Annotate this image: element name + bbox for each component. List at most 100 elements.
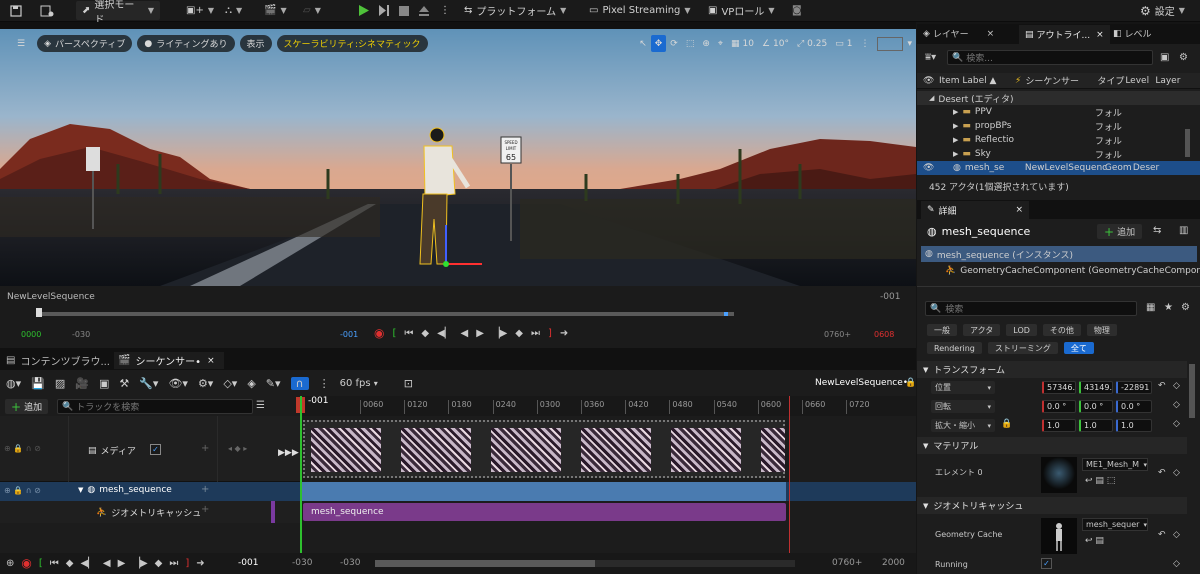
cat-misc[interactable]: その他: [1042, 324, 1081, 336]
cat-general[interactable]: 一般: [927, 324, 957, 336]
col-layer[interactable]: Layer: [1155, 76, 1180, 86]
expand-icon[interactable]: ▼: [78, 486, 83, 494]
cat-streaming[interactable]: ストリーミング: [987, 342, 1058, 354]
track-search-input[interactable]: 🔍 トラックを検索: [57, 399, 253, 414]
close-icon[interactable]: ×: [207, 356, 215, 366]
visibility-icon[interactable]: 👁: [923, 163, 943, 173]
rotation-dropdown[interactable]: 回転 ▾: [931, 400, 995, 413]
add-track-plus-icon[interactable]: +: [201, 504, 209, 515]
key-diamond-icon[interactable]: ◇: [1173, 400, 1180, 410]
component-row[interactable]: ⛹ GeometryCacheComponent (GeometryCacheCo…: [917, 264, 1200, 278]
lock-icon[interactable]: 🔒: [905, 378, 916, 388]
cinematics-button[interactable]: 🎬 ▼: [258, 1, 293, 20]
col-level[interactable]: Level: [1125, 76, 1155, 86]
blueprint-icon[interactable]: ⇆: [1153, 225, 1161, 236]
out-marker-icon[interactable]: ]: [185, 558, 189, 569]
location-y-field[interactable]: 43149.: [1079, 381, 1113, 394]
geocache-thumbnail[interactable]: [1041, 518, 1077, 554]
scalability-button[interactable]: スケーラビリティ:シネマティック: [276, 35, 428, 52]
outliner-item-row[interactable]: ▶ ▬ propBPs フォル: [917, 119, 1200, 133]
vp-role-dropdown[interactable]: ▣ VPロール ▼: [702, 1, 780, 20]
add-component-button[interactable]: + 追加: [1097, 224, 1143, 239]
platform-dropdown[interactable]: ⇆ プラットフォーム ▼: [458, 1, 572, 20]
step-forward-icon[interactable]: ▕▶: [132, 558, 147, 569]
filter-icon[interactable]: ⩸▾: [925, 52, 936, 63]
details-scrollbar[interactable]: [1189, 364, 1195, 418]
outliner-selected-row[interactable]: 👁 ◍ mesh_se NewLevelSequenc Geom Deser: [917, 161, 1200, 175]
select-tool-icon[interactable]: ↖: [635, 35, 651, 52]
outliner-item-row[interactable]: ▶ ▬ Sky フォル: [917, 147, 1200, 161]
cat-actor[interactable]: アクタ: [963, 324, 1001, 336]
geocache-section-header[interactable]: ▼ ジオメトリキャッシュ: [917, 497, 1187, 514]
key-diamond-icon[interactable]: ◇: [1173, 419, 1180, 429]
maximize-viewport-icon[interactable]: ⋮: [856, 35, 873, 52]
working-range-end[interactable]: 2000: [882, 558, 905, 568]
tab-sequencer[interactable]: 🎬 シーケンサー• ×: [114, 352, 224, 369]
tab-levels[interactable]: ◧ レベル: [1113, 27, 1152, 41]
current-frame[interactable]: -001: [238, 558, 258, 568]
more-options-icon[interactable]: ⋮: [434, 1, 456, 20]
snap-icon[interactable]: ∩: [290, 376, 309, 390]
rotate-tool-icon[interactable]: ⟳: [666, 35, 682, 52]
col-sequencer[interactable]: シーケンサー: [1025, 74, 1097, 87]
next-key-icon[interactable]: ◆: [515, 328, 523, 339]
out-marker-icon[interactable]: ]: [548, 328, 552, 339]
location-z-field[interactable]: -22891: [1116, 381, 1152, 394]
geocache-track-row[interactable]: ⛹ ジオメトリキャッシュ +: [0, 501, 300, 523]
cat-lod[interactable]: LOD: [1006, 324, 1037, 336]
loop-icon[interactable]: ➜: [560, 328, 568, 339]
key-diamond-icon[interactable]: ◇: [1173, 559, 1180, 569]
add-track-button[interactable]: + 追加: [5, 399, 49, 414]
scale-z-field[interactable]: 1.0: [1116, 419, 1152, 432]
fps-dropdown[interactable]: 60 fps ▾: [340, 378, 378, 389]
expand-icon[interactable]: ▶: [953, 122, 958, 130]
hamburger-menu-icon[interactable]: ☰: [10, 35, 32, 52]
cat-physics[interactable]: 物理: [1086, 324, 1117, 336]
expand-icon[interactable]: ▶: [953, 108, 958, 116]
close-icon[interactable]: ×: [1015, 205, 1023, 215]
more-options-icon[interactable]: ⋮: [319, 377, 330, 390]
add-track-plus-icon[interactable]: +: [201, 443, 209, 454]
layout-icon[interactable]: [877, 36, 904, 51]
prev-key-icon[interactable]: ◆: [66, 558, 74, 569]
rotation-x-field[interactable]: 0.0 °: [1042, 400, 1076, 413]
move-tool-icon[interactable]: ✥: [650, 35, 667, 52]
step-forward-icon[interactable]: ▕▶: [492, 328, 507, 339]
tab-layers[interactable]: ◈ レイヤー ×: [923, 27, 994, 41]
rotation-z-field[interactable]: 0.0 °: [1116, 400, 1152, 413]
key-diamond-icon[interactable]: ◇: [1173, 468, 1180, 478]
key-diamond-icon[interactable]: ◇: [1173, 530, 1180, 540]
in-marker-icon[interactable]: [: [39, 558, 43, 569]
reset-icon[interactable]: ↶: [1158, 381, 1166, 391]
key-nav-icons[interactable]: ◂ ◆ ▸: [228, 444, 247, 453]
playback-options-icon[interactable]: ⚙▾: [198, 377, 213, 390]
world-space-icon[interactable]: ⊕: [698, 35, 714, 52]
mesh-sequence-row[interactable]: ⊕ 🔒 ∩ ⊘ ▼ ◍ mesh_sequence +: [0, 482, 916, 501]
visibility-icon[interactable]: 👁: [923, 76, 939, 86]
material-thumbnail[interactable]: [1041, 457, 1077, 493]
save-icon[interactable]: [4, 1, 28, 20]
cinematic-icon[interactable]: ▣: [99, 377, 109, 390]
tools-icon[interactable]: 🔧▾: [139, 377, 158, 390]
level-viewport[interactable]: SPEED LIMIT 65: [0, 29, 916, 286]
play-reverse-icon[interactable]: ◀: [103, 558, 111, 569]
asset-action-icons[interactable]: ↩ ▤: [1085, 536, 1104, 546]
add-actor-button[interactable]: ▣+ ▼: [180, 1, 220, 20]
blueprint-button[interactable]: ⛬ ▼: [219, 1, 248, 20]
outliner-item-row[interactable]: ▶ ▬ PPV フォル: [917, 105, 1200, 119]
skip-start-icon[interactable]: ⏮: [50, 558, 59, 569]
keyframe-icon[interactable]: ◈: [247, 377, 255, 390]
save-icon[interactable]: 💾: [31, 377, 45, 390]
settings-dropdown[interactable]: ⚙ 設定 ▼: [1134, 1, 1191, 20]
media-checkbox[interactable]: ✓: [150, 444, 161, 455]
lighting-button[interactable]: ● ライティングあり: [137, 35, 235, 52]
chevron-down-icon[interactable]: ▾: [903, 35, 916, 52]
view-range-start[interactable]: -030: [292, 558, 312, 568]
filter-icon[interactable]: ☰: [256, 400, 265, 411]
lock-icon[interactable]: 🔒: [1001, 419, 1012, 429]
step-back-icon[interactable]: ◀▏: [437, 328, 452, 339]
asset-action-icons[interactable]: ↩ ▤ ⬚: [1085, 476, 1115, 486]
location-x-field[interactable]: 57346.: [1042, 381, 1076, 394]
add-folder-icon[interactable]: ▣: [1160, 52, 1169, 63]
source-control-icon[interactable]: [34, 1, 60, 20]
